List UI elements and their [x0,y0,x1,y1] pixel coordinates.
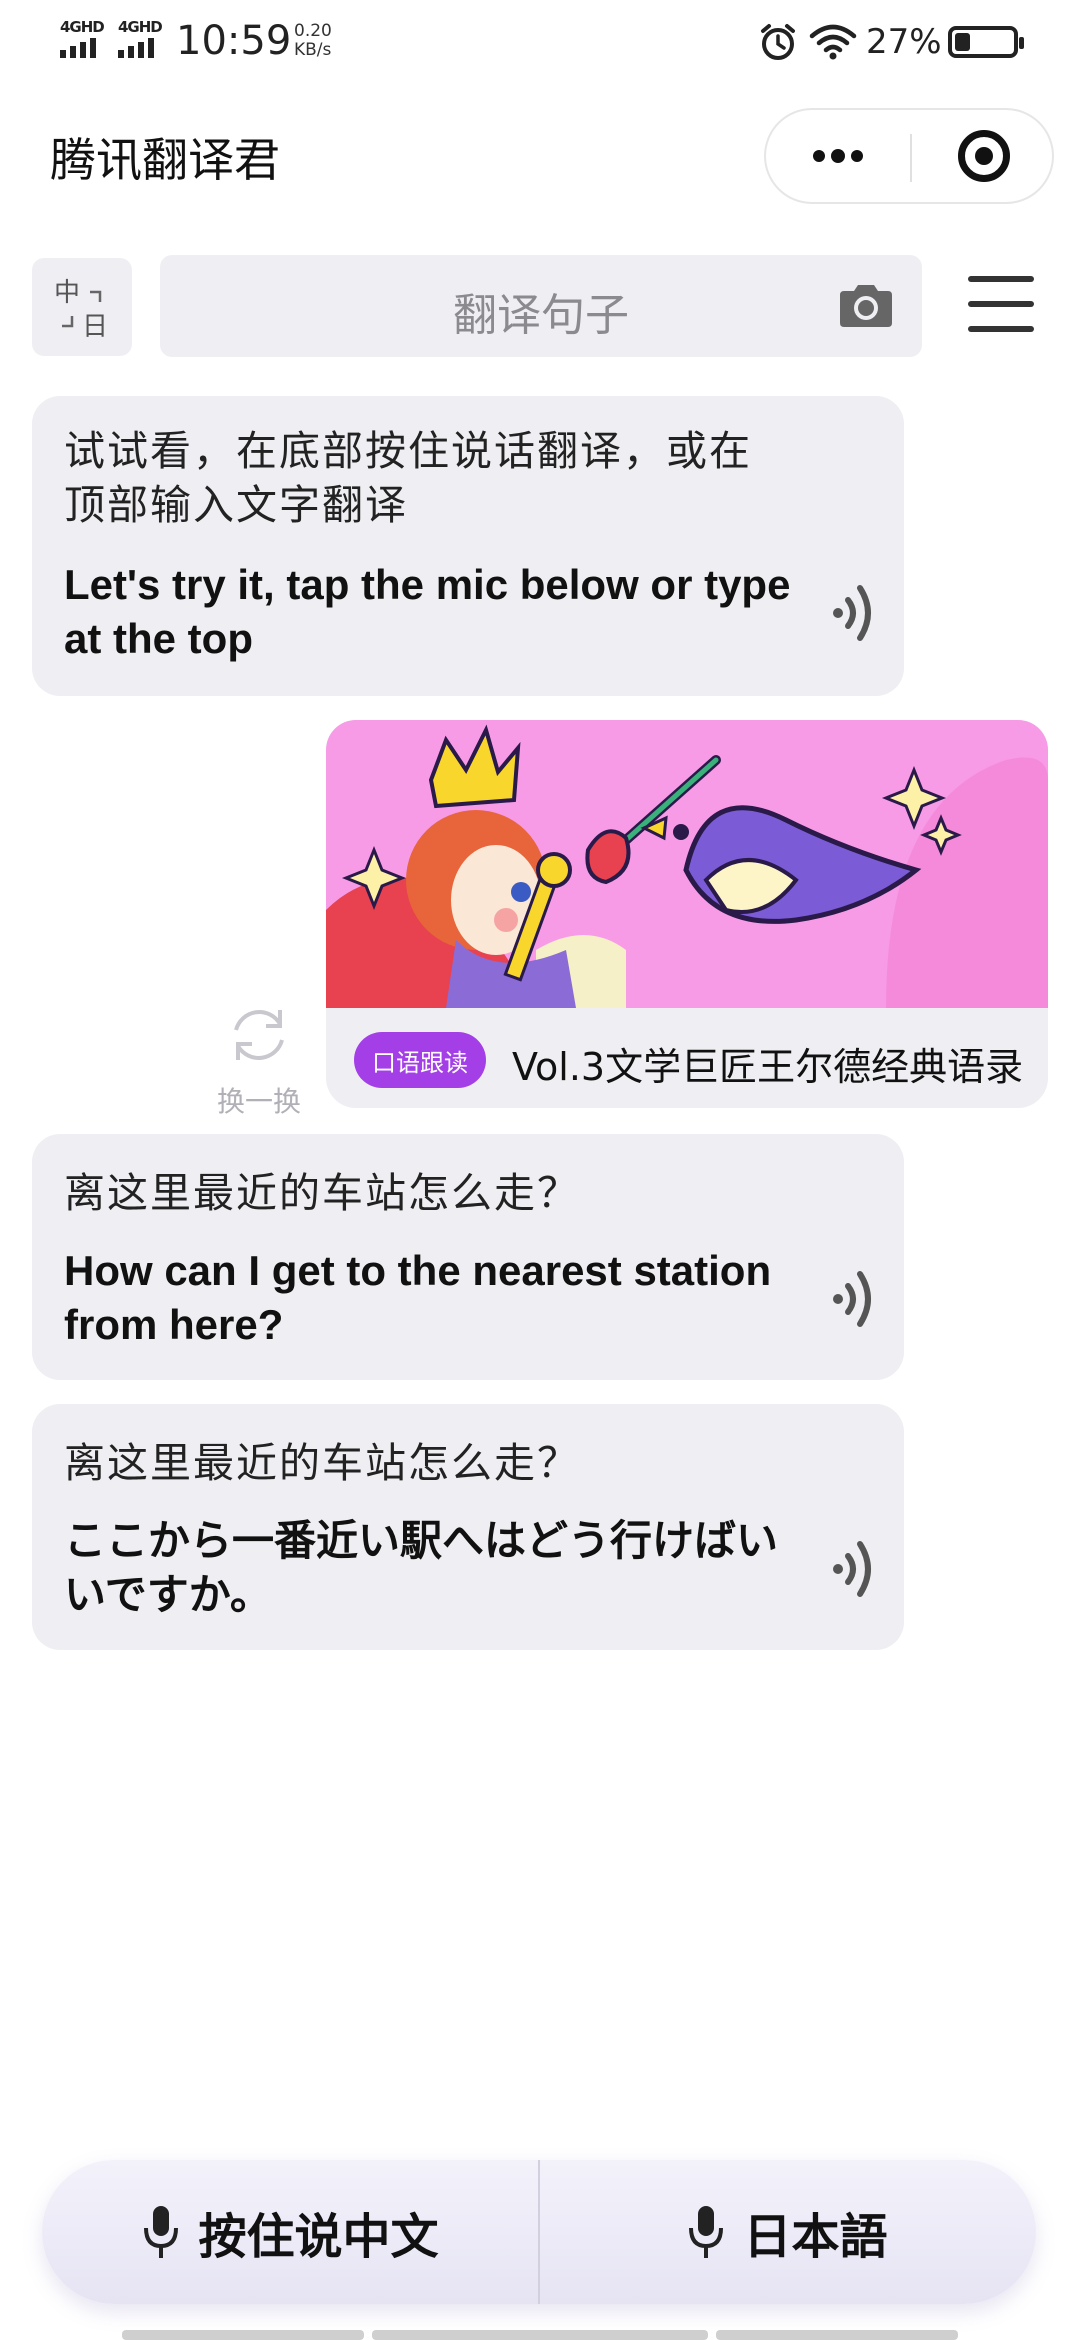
language-switch-button[interactable]: 中 日 [32,258,132,356]
hold-to-speak-chinese-button[interactable]: 按住说中文 [42,2160,539,2304]
hold-to-speak-japanese-button[interactable]: 日本語 [539,2160,1036,2304]
network-speed: 0.20 KB/s [294,22,332,60]
network-indicator-2: 4GHD [118,18,168,58]
refresh-button[interactable]: 换一换 [196,1000,322,1120]
speaker-icon[interactable] [830,578,880,648]
translated-text: How can I get to the nearest station fro… [64,1247,772,1348]
refresh-label: 换一换 [216,1085,301,1118]
promo-title: Vol.3文学巨匠王尔德经典语录 [512,1045,1024,1089]
swap-lang-icon [62,290,102,328]
app-bar: 腾讯翻译君 [0,100,1080,210]
promo-banner-illustration [326,720,1048,1008]
source-text: 离这里最近的车站怎么走？ [64,1439,580,1487]
hold-to-speak-label: 按住说中文 [198,2209,439,2265]
battery-fill [955,33,970,51]
voice-input-bar: 按住说中文 日本語 [42,2160,1036,2304]
more-dots-icon[interactable] [766,110,910,202]
home-indicator [372,2330,708,2340]
source-text: 离这里最近的车站怎么走？ [64,1169,580,1217]
home-indicator [122,2330,364,2340]
hold-to-speak-label: 日本語 [743,2209,888,2265]
target-close-icon[interactable] [912,110,1056,202]
microphone-icon [144,2206,179,2258]
speaker-icon[interactable] [830,1264,880,1334]
hamburger-menu-icon[interactable] [968,276,1036,332]
mini-program-capsule [764,108,1054,204]
translation-card[interactable]: 离这里最近的车站怎么走？ ここから一番近い駅へはどう行けばいいですか。 [32,1404,904,1650]
app-title: 腾讯翻译君 [50,133,280,187]
status-time: 10:59 [176,18,292,64]
refresh-icon [234,1010,284,1060]
translation-card[interactable]: 离这里最近的车站怎么走？ How can I get to the neares… [32,1134,904,1380]
translated-text: Let's try it, tap the mic below or type … [64,561,791,662]
battery-icon [948,26,1024,58]
signal-bars-icon [60,38,110,58]
speaker-icon[interactable] [830,1534,880,1604]
translation-card[interactable]: 试试看，在底部按住说话翻译，或在顶部输入文字翻译 Let's try it, t… [32,396,904,696]
source-text: 试试看，在底部按住说话翻译，或在顶部输入文字翻译 [64,427,752,529]
network-label: 4GHD [60,18,105,36]
microphone-icon [689,2206,724,2258]
speed-value: 0.20 [294,21,332,41]
network-indicator-1: 4GHD [60,18,110,58]
speed-unit: KB/s [294,40,332,60]
signal-bars-icon [118,38,168,58]
status-bar: 4GHD 4GHD 10:59 0.20 KB/s 27% [0,0,1080,84]
search-placeholder: 翻译句子 [453,290,629,341]
search-input[interactable]: 翻译句子 [160,255,922,357]
promo-card[interactable]: 口语跟读 Vol.3文学巨匠王尔德经典语录 [326,720,1048,1108]
wifi-icon [809,24,857,60]
translated-text: ここから一番近い駅へはどう行けばいいですか。 [64,1517,779,1618]
battery-percent: 27% [866,22,942,62]
translator-screen: 4GHD 4GHD 10:59 0.20 KB/s 27% 腾讯翻译君 中 日 … [0,0,1080,2340]
promo-tag: 口语跟读 [354,1032,486,1088]
alarm-icon [761,24,795,60]
home-indicator [716,2330,958,2340]
camera-icon[interactable] [836,283,896,329]
network-label: 4GHD [118,18,163,36]
